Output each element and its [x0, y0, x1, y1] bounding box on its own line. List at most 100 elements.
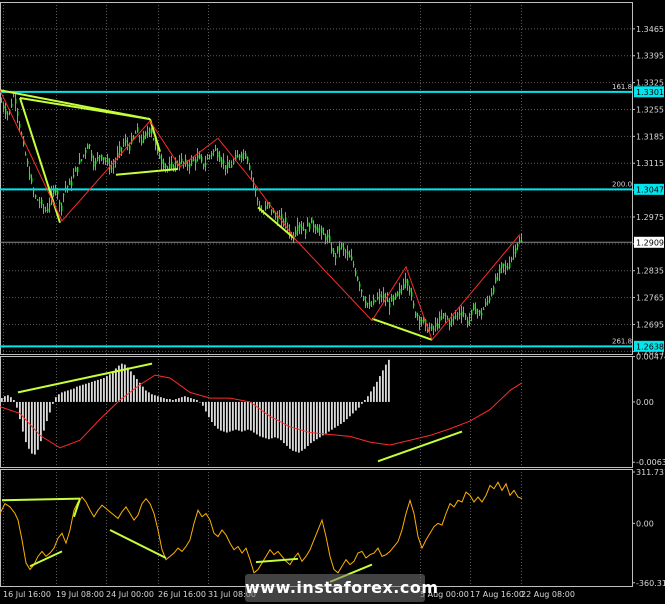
candle-body [35, 195, 37, 198]
candle-body [393, 296, 395, 301]
candle-body [175, 161, 177, 165]
macd-bar [136, 378, 138, 402]
candle-body [5, 109, 7, 115]
candle-body [199, 154, 201, 159]
macd-bar [229, 401, 231, 432]
macd-bar [385, 364, 387, 402]
candle-body [455, 316, 457, 318]
macd-bar [34, 401, 36, 455]
candle-body [73, 174, 75, 177]
candle-body [41, 199, 43, 205]
candle-body [513, 252, 515, 254]
candle-body [303, 229, 305, 231]
macd-bar [214, 401, 216, 426]
candle-body [337, 246, 339, 252]
candle-body [197, 155, 199, 159]
macd-bar [85, 383, 87, 402]
candle-body [441, 316, 443, 319]
price-tag-label: 1.2909 [636, 238, 664, 247]
candle-body [381, 296, 383, 298]
macd-bar [58, 394, 60, 402]
candle-body [361, 289, 363, 292]
macd-bar [373, 386, 375, 402]
candle-body [117, 152, 119, 157]
price-tag-label: 1.3301 [636, 88, 664, 97]
candle-body [445, 315, 447, 317]
candle-body [463, 312, 465, 315]
candle-body [297, 225, 299, 231]
price-tag: 1.2638 [634, 340, 664, 352]
macd-bar [286, 401, 288, 446]
macd-bar [169, 399, 171, 402]
y-tick-label: 1.3325 [636, 79, 664, 88]
macd-bar [334, 401, 336, 428]
macd-bar [241, 401, 243, 432]
candle-body [221, 159, 223, 165]
candle-body [311, 217, 313, 224]
macd-bar [346, 401, 348, 420]
candle-body [321, 227, 323, 233]
macd-bar [148, 392, 150, 402]
macd-bar [355, 401, 357, 411]
candle-body [29, 173, 31, 179]
macd-bar [64, 391, 66, 402]
candle-body [515, 247, 517, 254]
macd-bar [73, 388, 75, 402]
price-tag-label: 1.2638 [636, 342, 664, 351]
macd-bar [157, 396, 159, 402]
macd-bar [331, 401, 333, 430]
candle-body [357, 277, 359, 281]
fib-level-label: 261.8 [612, 337, 632, 345]
candle-body [469, 319, 471, 321]
candle-body [213, 150, 215, 152]
y-tick-label: 1.2765 [636, 294, 664, 303]
y-tick-label: 1.2695 [636, 320, 664, 329]
candle-body [207, 158, 209, 160]
macd-bar [79, 385, 81, 402]
candle-body [39, 202, 41, 204]
macd-bar [28, 401, 30, 449]
macd-bar [388, 359, 390, 402]
candle-body [325, 236, 327, 241]
macd-bar [232, 401, 234, 431]
macd-bar [109, 374, 111, 402]
macd-bar [187, 397, 189, 402]
candle-body [83, 154, 85, 156]
candle-body [437, 323, 439, 329]
macd-bar [211, 401, 213, 423]
candle-body [447, 317, 449, 319]
macd-bar [190, 398, 192, 402]
macd-bar [364, 400, 366, 402]
candle-body [209, 155, 211, 157]
candle-body [409, 287, 411, 293]
candle-body [81, 159, 83, 161]
candle-body [203, 163, 205, 167]
candle-body [3, 105, 5, 109]
candle-body [315, 225, 317, 231]
price-tag: 1.2909 [634, 236, 664, 248]
candle-body [499, 267, 501, 274]
macd-bar [382, 370, 384, 402]
macd-bar [298, 401, 300, 453]
candle-body [509, 263, 511, 268]
candle-body [517, 243, 519, 247]
candle-body [63, 193, 65, 195]
macd-bar [151, 394, 153, 402]
macd-bar [52, 401, 54, 404]
candle-body [71, 181, 73, 186]
candle-body [453, 316, 455, 319]
candle-body [141, 140, 143, 144]
macd-bar [244, 401, 246, 431]
macd-bar [379, 376, 381, 402]
macd-bar [208, 401, 210, 418]
candle-body [373, 298, 375, 304]
macd-bar [166, 399, 168, 402]
candle-body [405, 279, 407, 284]
candle-body [211, 152, 213, 156]
candle-body [19, 124, 21, 128]
macd-bar [238, 401, 240, 431]
candle-body [215, 148, 217, 151]
candle-body [245, 153, 247, 159]
candle-body [55, 187, 57, 193]
candle-body [159, 155, 161, 159]
